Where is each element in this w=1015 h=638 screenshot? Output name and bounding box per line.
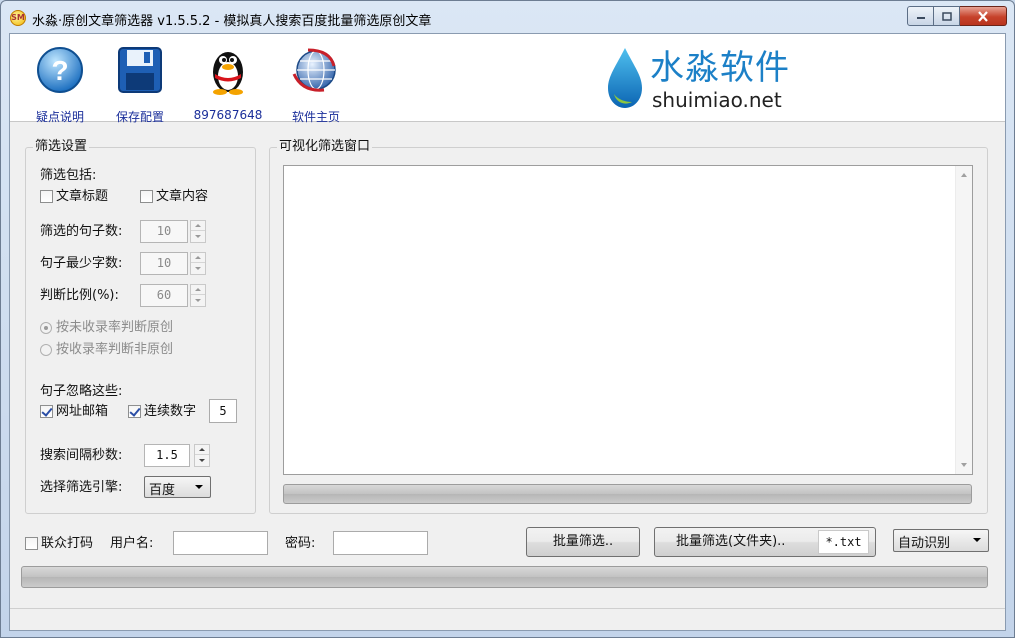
- visual-group-title: 可视化筛选窗口: [277, 139, 373, 155]
- water-drop-icon: [608, 48, 642, 108]
- ratio-stepper[interactable]: [190, 284, 206, 307]
- lianzhong-checkbox[interactable]: [25, 537, 38, 550]
- brand-logo: 水淼软件 shuimiao.net: [600, 42, 810, 114]
- scroll-up-icon[interactable]: [961, 173, 967, 177]
- minimize-icon: [916, 17, 925, 19]
- scroll-down-icon[interactable]: [961, 463, 967, 467]
- qq-label: 897687648: [193, 108, 263, 122]
- radio-unindexed[interactable]: [40, 322, 52, 334]
- save-label: 保存配置: [115, 110, 164, 124]
- include-content-label[interactable]: 文章内容: [156, 189, 208, 205]
- settings-group: 筛选设置 筛选包括: 文章标题 文章内容 筛选的句子数: 10 句子最少字数: …: [25, 139, 256, 514]
- username-input[interactable]: [173, 531, 268, 555]
- min-chars-input[interactable]: 10: [140, 252, 188, 275]
- ignore-digits-label[interactable]: 连续数字: [144, 404, 196, 420]
- password-input[interactable]: [333, 531, 428, 555]
- main-progress-bar: [21, 566, 988, 588]
- include-title-checkbox[interactable]: [40, 190, 53, 203]
- title-bar[interactable]: SM 水淼·原创文章筛选器 v1.5.5.2 - 模拟真人搜索百度批量筛选原创文…: [1, 1, 1014, 35]
- logo-chinese-text: 水淼软件: [650, 48, 790, 88]
- window-controls: [907, 6, 1007, 26]
- interval-value: 1.5: [156, 448, 178, 462]
- ignore-url-label[interactable]: 网址邮箱: [56, 404, 108, 420]
- ratio-label: 判断比例(%):: [40, 288, 119, 303]
- username-label: 用户名:: [110, 536, 154, 551]
- status-bar: [10, 608, 1005, 630]
- homepage-button[interactable]: 软件主页: [276, 42, 356, 124]
- maximize-icon: [941, 11, 952, 21]
- ratio-value: 60: [156, 288, 172, 302]
- batch-filter-button[interactable]: 批量筛选..: [526, 527, 640, 557]
- engine-label: 选择筛选引擎:: [40, 480, 123, 495]
- homepage-label: 软件主页: [291, 110, 340, 124]
- toolbar: ? 疑点说明 保存配置 897687648 软件主页 水淼软件 shuimiao…: [10, 34, 1005, 124]
- ratio-input[interactable]: 60: [140, 284, 188, 307]
- min-chars-label: 句子最少字数:: [40, 256, 123, 271]
- svg-text:?: ?: [51, 55, 68, 86]
- save-icon: [118, 47, 162, 93]
- digits-length-input[interactable]: 5: [209, 399, 237, 423]
- globe-icon: [292, 48, 336, 92]
- close-icon: [978, 10, 988, 22]
- mode-selected-value: 自动识别: [898, 536, 951, 551]
- sentence-count-input[interactable]: 10: [140, 220, 188, 243]
- stepper-up-icon[interactable]: [191, 285, 205, 295]
- stepper-up-icon[interactable]: [195, 445, 209, 455]
- stepper-down-icon[interactable]: [195, 456, 209, 466]
- save-config-button[interactable]: 保存配置: [100, 42, 180, 124]
- minimize-button[interactable]: [907, 6, 934, 26]
- engine-selected-value: 百度: [149, 483, 176, 498]
- min-chars-value: 10: [156, 256, 172, 270]
- help-button[interactable]: ? 疑点说明: [20, 42, 100, 124]
- interval-label: 搜索间隔秒数:: [40, 448, 123, 463]
- stepper-down-icon[interactable]: [191, 296, 205, 306]
- visual-filter-view[interactable]: [283, 165, 973, 475]
- lianzhong-label[interactable]: 联众打码: [41, 536, 93, 552]
- visual-group: 可视化筛选窗口: [269, 139, 988, 514]
- maximize-button[interactable]: [934, 6, 960, 26]
- radio-indexed-label[interactable]: 按收录率判断非原创: [56, 342, 173, 358]
- batch-folder-label: 批量筛选(文件夹)..: [676, 534, 786, 549]
- sentence-count-stepper[interactable]: [190, 220, 206, 243]
- settings-group-title: 筛选设置: [33, 139, 90, 155]
- interval-input[interactable]: 1.5: [144, 444, 190, 467]
- logo-english-text: shuimiao.net: [652, 88, 782, 112]
- help-label: 疑点说明: [35, 110, 84, 124]
- interval-stepper[interactable]: [194, 444, 210, 467]
- radio-unindexed-label[interactable]: 按未收录率判断原创: [56, 320, 173, 336]
- file-pattern-input[interactable]: *.txt: [818, 530, 869, 554]
- qq-penguin-icon: [213, 52, 243, 95]
- ignore-digits-checkbox[interactable]: [128, 405, 141, 418]
- chevron-down-icon: [973, 538, 981, 542]
- password-label: 密码:: [285, 536, 316, 551]
- include-label: 筛选包括:: [40, 168, 97, 183]
- include-content-checkbox[interactable]: [140, 190, 153, 203]
- help-icon: ?: [37, 47, 83, 93]
- visual-progress-bar: [283, 484, 972, 504]
- stepper-up-icon[interactable]: [191, 253, 205, 263]
- window-title: 水淼·原创文章筛选器 v1.5.5.2 - 模拟真人搜索百度批量筛选原创文章: [32, 14, 432, 29]
- ignore-label: 句子忽略这些:: [40, 384, 123, 399]
- engine-select[interactable]: 百度: [144, 476, 211, 498]
- app-icon[interactable]: SM: [10, 10, 26, 26]
- stepper-down-icon[interactable]: [191, 232, 205, 242]
- app-window: SM 水淼·原创文章筛选器 v1.5.5.2 - 模拟真人搜索百度批量筛选原创文…: [0, 0, 1015, 638]
- stepper-down-icon[interactable]: [191, 264, 205, 274]
- close-button[interactable]: [960, 6, 1007, 26]
- vertical-scrollbar[interactable]: [955, 166, 972, 474]
- qq-button[interactable]: 897687648: [188, 42, 268, 122]
- stepper-up-icon[interactable]: [191, 221, 205, 231]
- min-chars-stepper[interactable]: [190, 252, 206, 275]
- radio-indexed[interactable]: [40, 344, 52, 356]
- include-title-label[interactable]: 文章标题: [56, 189, 108, 205]
- ignore-url-checkbox[interactable]: [40, 405, 53, 418]
- mode-select[interactable]: 自动识别: [893, 529, 989, 552]
- sentence-count-value: 10: [156, 224, 172, 238]
- chevron-down-icon: [195, 485, 203, 489]
- client-area: ? 疑点说明 保存配置 897687648 软件主页 水淼软件 shuimiao…: [9, 33, 1006, 631]
- sentence-count-label: 筛选的句子数:: [40, 224, 123, 239]
